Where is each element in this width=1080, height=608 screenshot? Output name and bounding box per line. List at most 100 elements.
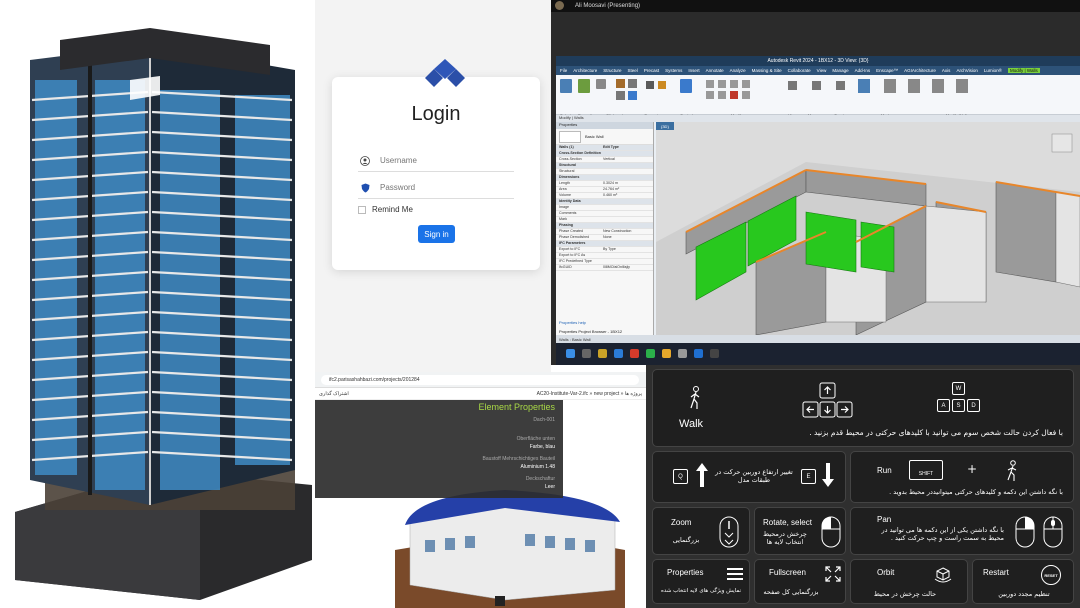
app-icon[interactable]	[646, 349, 655, 358]
revit-icon[interactable]	[694, 349, 703, 358]
browser-address-bar: ifc2.parisashahbazi.com/projects/201284	[315, 372, 646, 388]
help-camera-height: Q تغییر ارتفاع دوربین حرکت در طبقات مدل …	[652, 451, 846, 503]
revit-ribbon: Select Properties Clipboard Geometry Con…	[556, 75, 1080, 118]
running-person-icon	[1007, 460, 1017, 481]
type-name: Basic Wall	[585, 134, 604, 139]
help-restart: Restart تنظیم مجدد دوربین RESET	[972, 559, 1074, 604]
help-zoom: Zoom بزرگنمایی	[652, 507, 750, 555]
revit-status-bar: Walls : Basic Wall	[556, 335, 1080, 343]
ribbon-tab[interactable]: Steel	[628, 68, 638, 73]
ribbon-tab[interactable]: ArchVision	[956, 68, 977, 73]
ribbon-tab[interactable]: Structure	[603, 68, 621, 73]
element-properties-title: Element Properties	[478, 402, 555, 412]
url-field[interactable]: ifc2.parisashahbazi.com/projects/201284	[321, 375, 639, 385]
key-d: D	[967, 399, 980, 412]
ribbon-tab[interactable]: Precast	[644, 68, 659, 73]
app-icon[interactable]	[662, 349, 671, 358]
hamburger-menu-icon	[727, 568, 743, 580]
property-key: Phasing	[559, 223, 573, 227]
property-key: Area	[559, 187, 567, 191]
property-value: Edit Type	[603, 145, 619, 149]
app-icon[interactable]	[710, 349, 719, 358]
tower-illustration	[15, 28, 312, 600]
password-input[interactable]	[380, 183, 500, 192]
orbit-cube-icon	[934, 567, 952, 583]
reset-icon: RESET	[1041, 565, 1061, 585]
property-key: Export to IFC	[559, 247, 581, 251]
ribbon-tab[interactable]: Manage	[832, 68, 848, 73]
meeting-bar: Ali Moosavi (Presenting)	[551, 0, 1080, 12]
ribbon-tab[interactable]: Systems	[665, 68, 682, 73]
username-field	[358, 150, 514, 172]
prop-value: Leer	[544, 484, 555, 490]
ribbon-tab[interactable]: View	[817, 68, 827, 73]
ribbon-tab[interactable]: Massing & Site	[752, 68, 782, 73]
properties-description: نمایش ویژگی های لایه انتخاب شده	[660, 588, 742, 594]
tower-render	[0, 0, 315, 608]
app-icon[interactable]	[614, 349, 623, 358]
signin-button[interactable]: Sign in	[418, 225, 455, 243]
revit-screen-share: Ali Moosavi (Presenting) Autodesk Revit …	[551, 0, 1080, 365]
type-thumbnail	[559, 130, 581, 143]
property-value: By Type	[603, 247, 616, 251]
ribbon-tab-active[interactable]: Modify | Walls	[1007, 68, 1040, 73]
app-icon[interactable]	[630, 349, 639, 358]
search-icon[interactable]	[582, 349, 591, 358]
remember-me[interactable]: Remind Me	[358, 205, 413, 214]
mouse-scroll-icon	[719, 516, 739, 548]
ribbon-tab[interactable]: Enscape™	[876, 68, 898, 73]
ribbon-tab[interactable]: Annotate	[706, 68, 724, 73]
ribbon-tab[interactable]: Axis	[942, 68, 951, 73]
ribbon-tab[interactable]: Architecture	[573, 68, 597, 73]
ribbon-tab[interactable]: Add-Ins	[855, 68, 871, 73]
ribbon-tab[interactable]: File	[560, 68, 567, 73]
controls-help-overlay: Walk W A S D با فعال کردن حالت شخص سوم م…	[646, 365, 1080, 608]
property-value: 24.764 m²	[603, 187, 620, 191]
ribbon-tab[interactable]: Insert	[688, 68, 699, 73]
ribbon-tab[interactable]: Collaborate	[788, 68, 811, 73]
element-properties-panel: Element Properties Dach-001 Oberfläche u…	[315, 400, 563, 498]
walking-person-icon	[690, 386, 700, 409]
view-tab-3d[interactable]: {3D}	[656, 122, 674, 130]
property-value: Vertical	[603, 157, 615, 161]
rotate-description: چرخش درمحیط انتخاب لایه ها	[763, 530, 807, 546]
mouse-left-click-icon	[821, 516, 841, 548]
property-key: IfcGUID	[559, 265, 572, 269]
remember-checkbox[interactable]	[358, 205, 366, 214]
restart-description: تنظیم مجدد دوربین	[998, 590, 1050, 598]
plus-sign: +	[967, 462, 978, 476]
ribbon-tab[interactable]: Analyze	[730, 68, 746, 73]
prop-value: Farbe, blau	[529, 444, 555, 450]
run-label: Run	[877, 466, 892, 475]
app-icon[interactable]	[678, 349, 687, 358]
help-properties: Properties نمایش ویژگی های لایه انتخاب ش…	[652, 559, 750, 604]
help-fullscreen: Fullscreen بزرگنمایی کل صفحه	[754, 559, 846, 604]
mouse-right-click-icon	[1015, 516, 1035, 548]
properties-help-link[interactable]: Properties help	[559, 320, 586, 325]
arrow-keys-icon	[802, 382, 853, 418]
ribbon-tab[interactable]: AGIArchitecture	[904, 68, 936, 73]
run-description: با نگه داشتن این دکمه و کلیدهای حرکتی می…	[889, 488, 1063, 496]
presenter-label: Ali Moosavi (Presenting)	[575, 3, 641, 9]
start-icon[interactable]	[566, 349, 575, 358]
arrow-up-icon	[696, 463, 708, 487]
property-key: IFC Predefined Type	[559, 259, 592, 263]
property-row[interactable]: IfcGUID 0l8MCfaiOnl6sjiy	[556, 265, 653, 271]
property-key: Length	[559, 181, 570, 185]
property-key: Dimensions	[559, 175, 580, 179]
property-key: Volume	[559, 193, 571, 197]
revit-3d-view[interactable]	[656, 122, 1080, 335]
username-input[interactable]	[380, 156, 500, 165]
prop-label: Oberfläche unten	[516, 436, 555, 442]
share-button[interactable]: اشتراک گذاری	[319, 391, 349, 397]
help-walk: Walk W A S D با فعال کردن حالت شخص سوم م…	[652, 369, 1074, 447]
pan-label: Pan	[877, 515, 892, 524]
property-key: Phase Created	[559, 229, 583, 233]
ribbon-tab[interactable]: Lumion®	[984, 68, 1002, 73]
pan-description: با نگه داشتن یکی از این دکمه ها می توانی…	[881, 526, 1004, 542]
type-selector[interactable]: Basic Wall	[556, 129, 653, 145]
help-rotate-select: Rotate, select چرخش درمحیط انتخاب لایه ه…	[754, 507, 846, 555]
palette-bottom-tabs[interactable]: Properties Project Browser - 1BX12	[559, 329, 622, 334]
element-id: Dach-001	[533, 417, 555, 423]
folder-icon[interactable]	[598, 349, 607, 358]
